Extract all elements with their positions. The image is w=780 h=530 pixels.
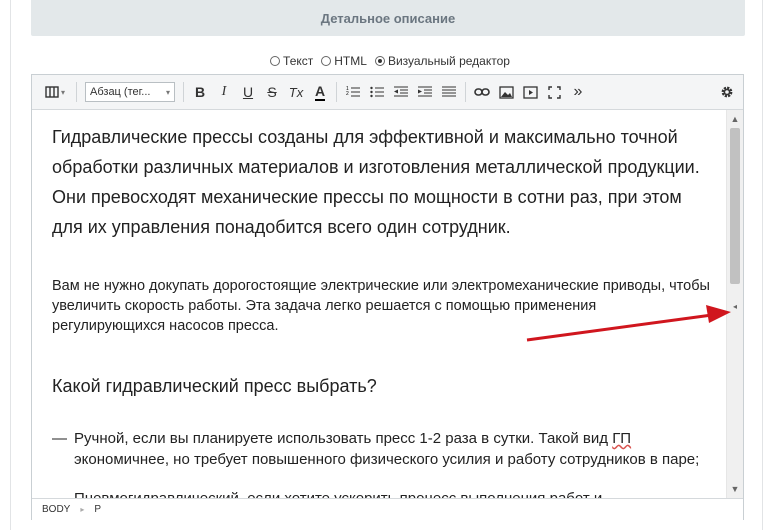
section-title: Детальное описание (320, 10, 456, 26)
scroll-up-icon[interactable]: ▲ (727, 112, 743, 126)
list-item-1-text-a: Ручной, если вы планируете использовать … (74, 430, 613, 447)
indent-icon[interactable] (413, 80, 437, 104)
mode-html-label: HTML (334, 54, 367, 68)
element-path-bar: BODY ▸ P (32, 498, 743, 520)
list-dash: — (52, 488, 74, 498)
scroll-down-icon[interactable]: ▼ (727, 482, 743, 496)
path-item-body[interactable]: BODY (32, 504, 80, 515)
content-heading: Какой гидравлический пресс выбрать? (52, 376, 377, 396)
list-dash: — (52, 430, 67, 447)
paragraph-format-select[interactable]: Абзац (тег... ▾ (85, 82, 175, 102)
mode-visual-label: Визуальный редактор (387, 54, 510, 68)
scroll-thumb[interactable] (730, 128, 740, 284)
path-item-p[interactable]: P (84, 504, 111, 515)
clear-format-button[interactable]: Tx (284, 80, 308, 104)
bold-button[interactable]: B (188, 80, 212, 104)
list-item: — Ручной, если вы планируете использоват… (52, 428, 712, 470)
mode-visual-radio[interactable] (374, 56, 385, 66)
font-color-button[interactable]: A (308, 80, 332, 104)
paragraph-1: Гидравлические прессы созданы для эффект… (52, 127, 700, 237)
editor-toolbar: ▾ Абзац (тег... ▾ B I U S Tx A 12 » (32, 75, 743, 110)
mode-text[interactable]: Текст (270, 54, 313, 68)
mode-html[interactable]: HTML (321, 54, 367, 68)
justify-icon[interactable] (437, 80, 461, 104)
strikethrough-button[interactable]: S (260, 80, 284, 104)
unordered-list-icon[interactable] (365, 80, 389, 104)
page-border-left (10, 0, 11, 530)
mode-visual[interactable]: Визуальный редактор (374, 54, 510, 68)
underline-button[interactable]: U (236, 80, 260, 104)
list-item: — Пневмогидравлический, если хотите уско… (52, 488, 712, 498)
mode-text-radio[interactable] (270, 56, 281, 66)
editor-content[interactable]: Гидравлические прессы созданы для эффект… (32, 110, 726, 498)
paragraph-2: Вам не нужно докупать дорогостоящие элек… (52, 278, 710, 334)
svg-text:2: 2 (346, 91, 349, 97)
gear-icon[interactable] (715, 80, 739, 104)
fullscreen-icon[interactable] (542, 80, 566, 104)
chevron-down-icon: ▾ (165, 87, 170, 97)
list-item-1-text-b: экономичнее, но требует повышенного физи… (74, 451, 700, 468)
italic-button[interactable]: I (212, 80, 236, 104)
ordered-list-icon[interactable]: 12 (341, 80, 365, 104)
source-view-icon[interactable]: ▾ (38, 80, 72, 104)
mode-text-label: Текст (283, 54, 314, 68)
list-item-2-text: Пневмогидравлический, если хотите ускори… (74, 488, 602, 498)
link-icon[interactable] (470, 80, 494, 104)
video-icon[interactable] (518, 80, 542, 104)
image-icon[interactable] (494, 80, 518, 104)
section-header: Детальное описание (31, 0, 745, 36)
spellcheck-word: ГП (612, 430, 632, 447)
outdent-icon[interactable] (389, 80, 413, 104)
visual-editor: ▾ Абзац (тег... ▾ B I U S Tx A 12 » Гидр… (31, 74, 744, 520)
paragraph-format-value: Абзац (тег... (90, 86, 151, 98)
mode-html-radio[interactable] (321, 56, 332, 66)
more-icon[interactable]: » (566, 80, 590, 104)
editor-mode-switch: Текст HTML Визуальный редактор (0, 52, 780, 70)
resize-handle-icon[interactable]: ◂ (733, 302, 737, 311)
page-border-right (762, 0, 763, 530)
